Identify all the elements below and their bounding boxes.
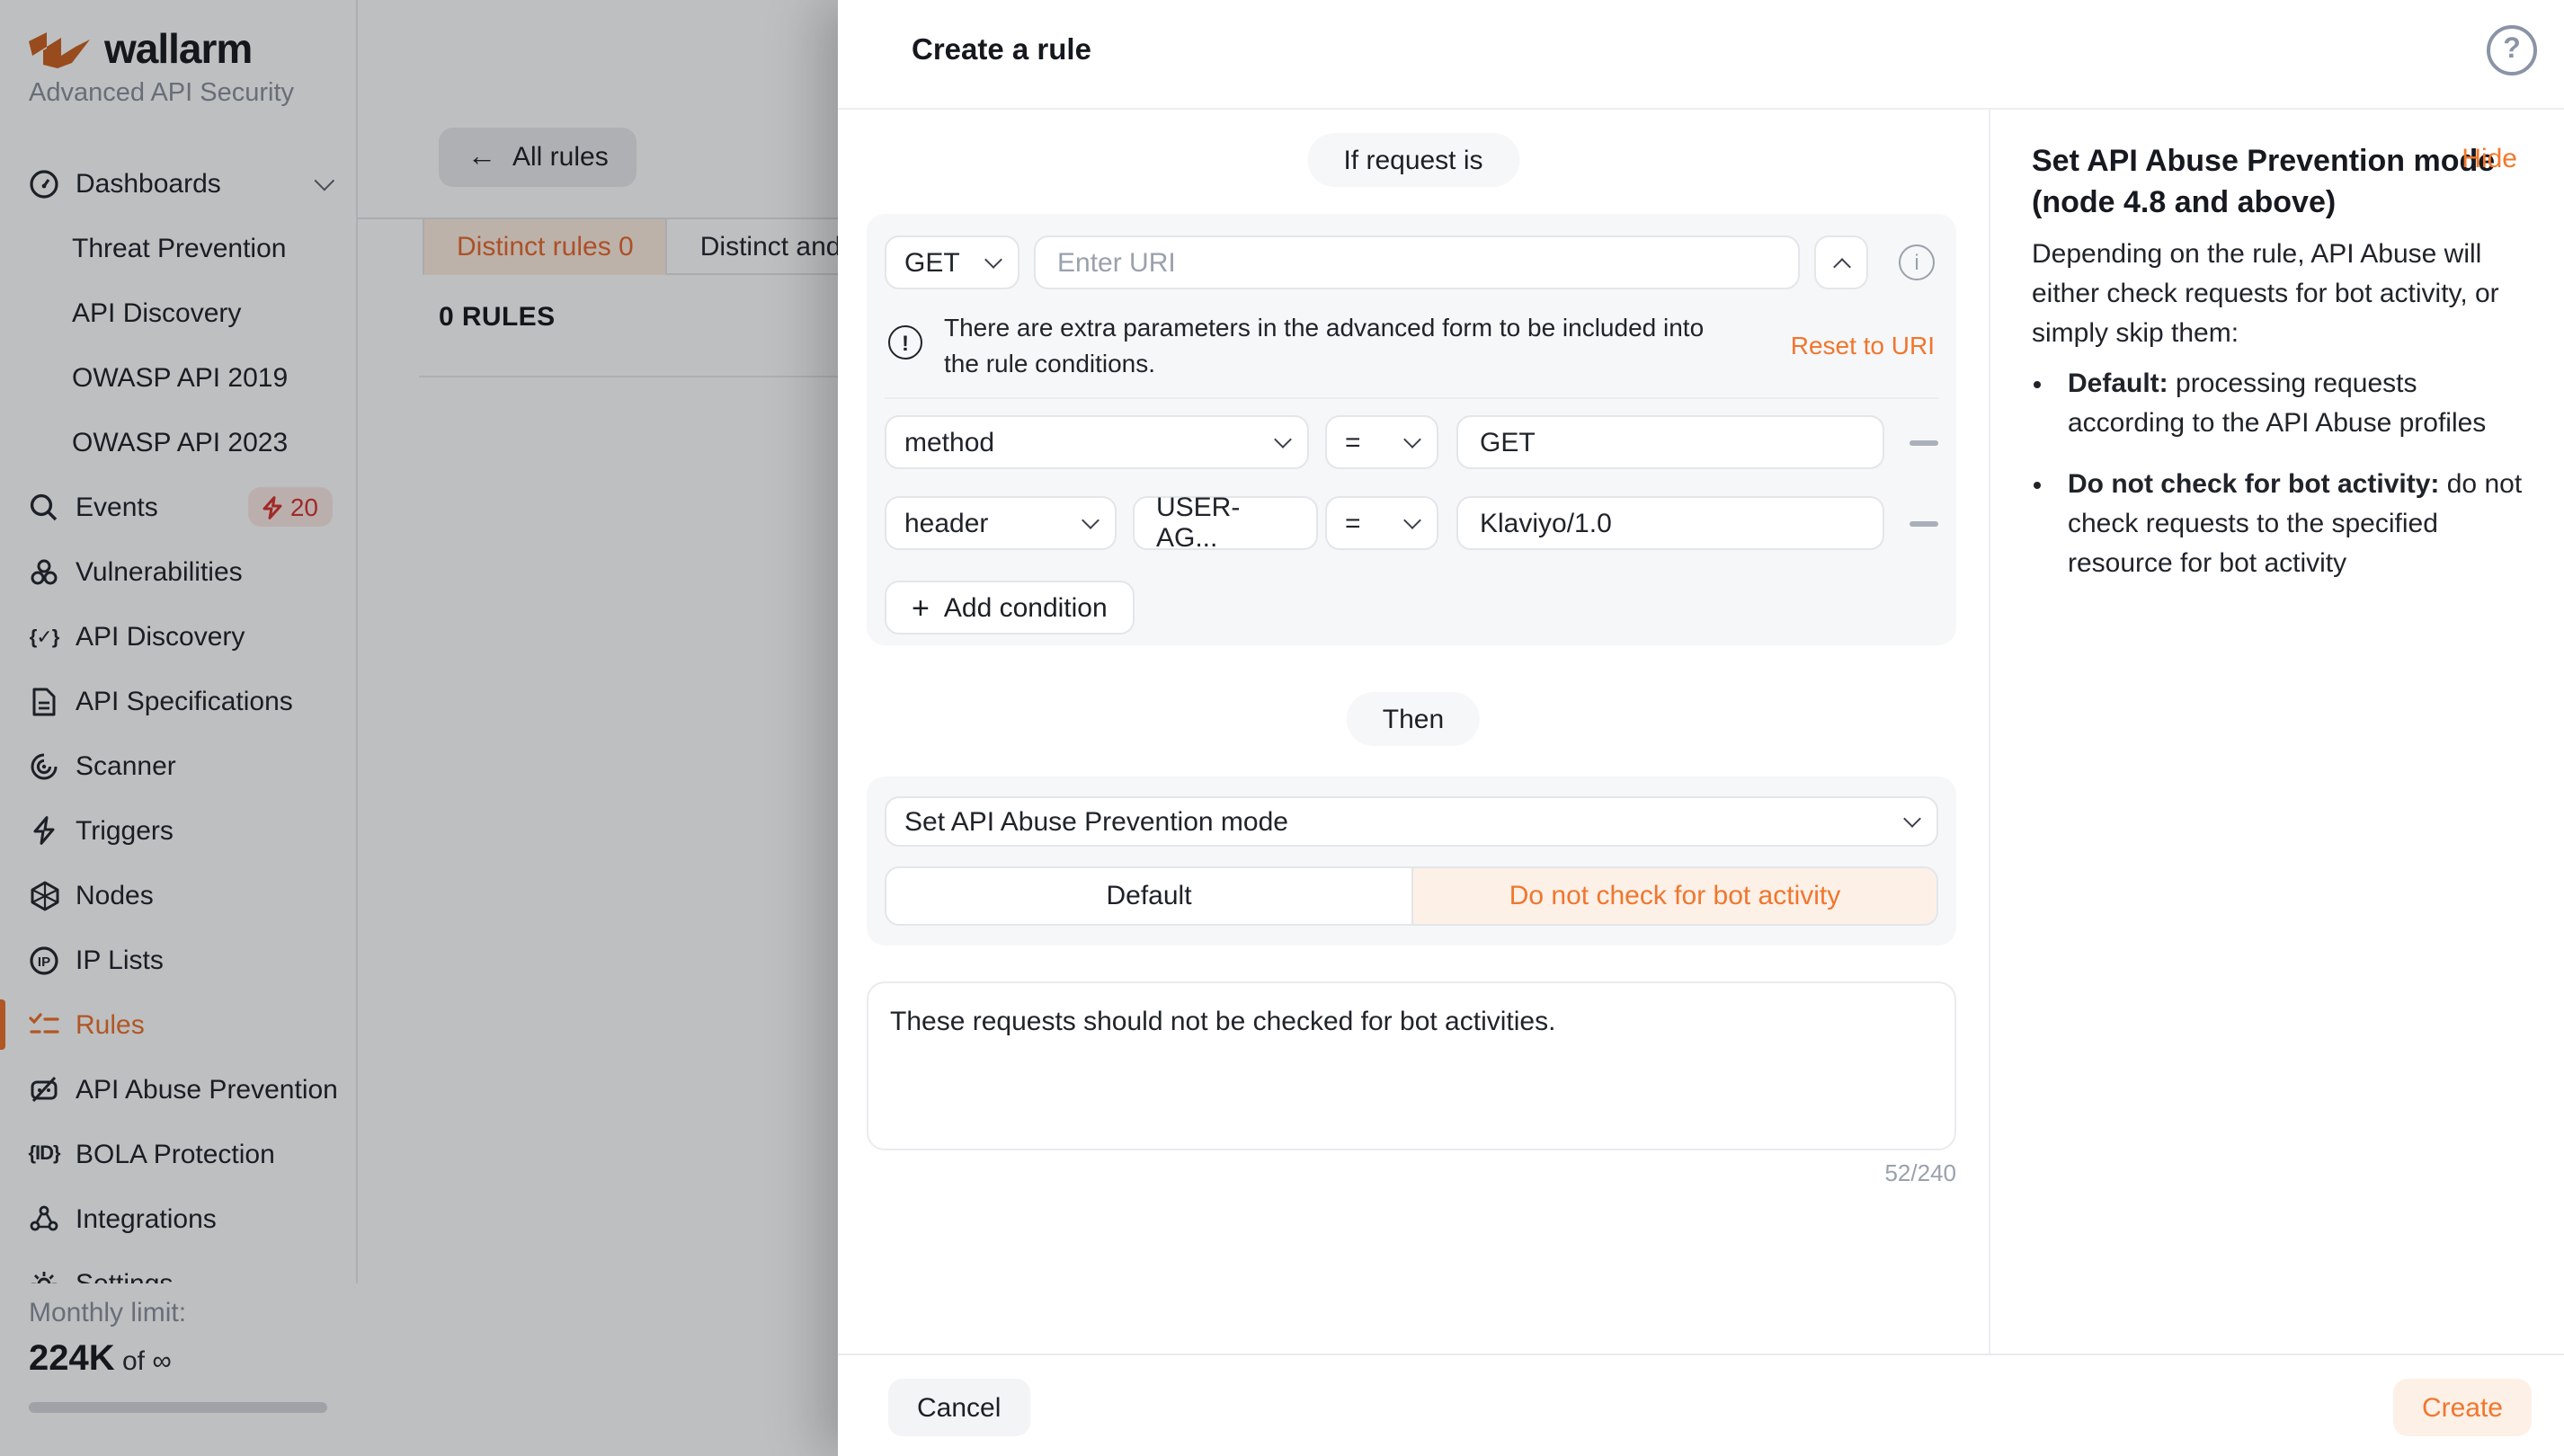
advanced-form-notice: ! There are extra parameters in the adva… [888,307,1935,381]
action-select[interactable]: Set API Abuse Prevention mode [885,796,1938,847]
alert-circle-icon: ! [888,325,922,360]
chevron-down-icon [1403,431,1421,448]
remove-condition-button[interactable] [1910,440,1938,446]
add-condition-label: Add condition [944,592,1108,623]
help-bullet-do-not-check: Do not check for bot activity: do not ch… [2061,466,2528,584]
add-condition-button[interactable]: + Add condition [885,581,1135,635]
chevron-down-icon [1403,511,1421,529]
help-bullet-default: Default: processing requests according t… [2061,365,2528,444]
chevron-down-icon [1903,810,1921,828]
condition-field-value: method [904,427,994,457]
create-rule-modal: Create a rule ? If request is GET Enter … [838,0,2564,1456]
action-select-value: Set API Abuse Prevention mode [904,806,1288,837]
uri-input[interactable]: Enter URI [1034,235,1800,289]
chevron-down-icon [1082,511,1099,529]
help-side-panel: Set API Abuse Prevention mode (node 4.8 … [1990,110,2564,1354]
modal-overlay[interactable] [0,0,838,1456]
method-quick-select[interactable]: GET [885,235,1019,289]
mode-option-default[interactable]: Default [886,868,1411,924]
reset-to-uri-link[interactable]: Reset to URI [1791,330,1935,359]
condition-operator-select[interactable]: = [1325,415,1438,469]
rule-description-textarea[interactable]: These requests should not be checked for… [867,981,1956,1150]
notice-text: There are extra parameters in the advanc… [944,307,1732,381]
if-request-is-pill: If request is [1307,133,1518,187]
bullet-term: Default: [2068,368,2168,399]
help-panel-bullets: Default: processing requests according t… [2032,365,2528,606]
mode-segmented-control: Default Do not check for bot activity [885,866,1938,926]
mode-option-do-not-check[interactable]: Do not check for bot activity [1411,868,1936,924]
help-panel-title: Set API Abuse Prevention mode (node 4.8 … [2032,140,2524,223]
condition-value-input[interactable]: GET [1456,415,1884,469]
rule-form: If request is GET Enter URI i [838,110,1989,1354]
conditions-panel: GET Enter URI i ! There are extra parame… [867,214,1956,645]
condition-operator-value: = [1345,508,1361,538]
char-counter: 52/240 [867,1159,1956,1186]
condition-value: Klaviyo/1.0 [1480,508,1612,538]
remove-condition-button[interactable] [1910,521,1938,527]
condition-field-select[interactable]: method [885,415,1309,469]
modal-header: Create a rule ? [838,0,2564,110]
uri-placeholder: Enter URI [1057,247,1176,278]
cancel-button[interactable]: Cancel [888,1379,1029,1436]
then-pill: Then [1347,692,1480,746]
help-panel-intro: Depending on the rule, API Abuse will ei… [2032,235,2521,354]
condition-field-value: header [904,508,988,538]
modal-title: Create a rule [912,34,1091,68]
panel-divider [885,397,1938,399]
help-icon[interactable]: ? [2487,25,2537,75]
method-quick-value: GET [904,247,960,278]
condition-key-input[interactable]: USER-AG... [1133,496,1318,550]
collapse-advanced-button[interactable] [1814,235,1868,289]
plus-icon: + [912,592,930,623]
info-icon[interactable]: i [1899,244,1935,280]
condition-field-select[interactable]: header [885,496,1117,550]
chevron-down-icon [984,251,1002,269]
condition-key-value: USER-AG... [1156,493,1295,554]
condition-value-input[interactable]: Klaviyo/1.0 [1456,496,1884,550]
chevron-up-icon [1832,257,1850,275]
bullet-term: Do not check for bot activity: [2068,469,2439,500]
modal-footer: Cancel Create [838,1354,2564,1456]
create-button[interactable]: Create [2393,1379,2532,1436]
chevron-down-icon [1274,431,1292,448]
condition-operator-select[interactable]: = [1325,496,1438,550]
action-panel: Set API Abuse Prevention mode Default Do… [867,777,1956,946]
condition-operator-value: = [1345,427,1361,457]
condition-value: GET [1480,427,1536,457]
hide-help-link[interactable]: Hide [2462,144,2517,174]
app-root: wallarm Advanced API Security Dashboards… [0,0,2564,1456]
